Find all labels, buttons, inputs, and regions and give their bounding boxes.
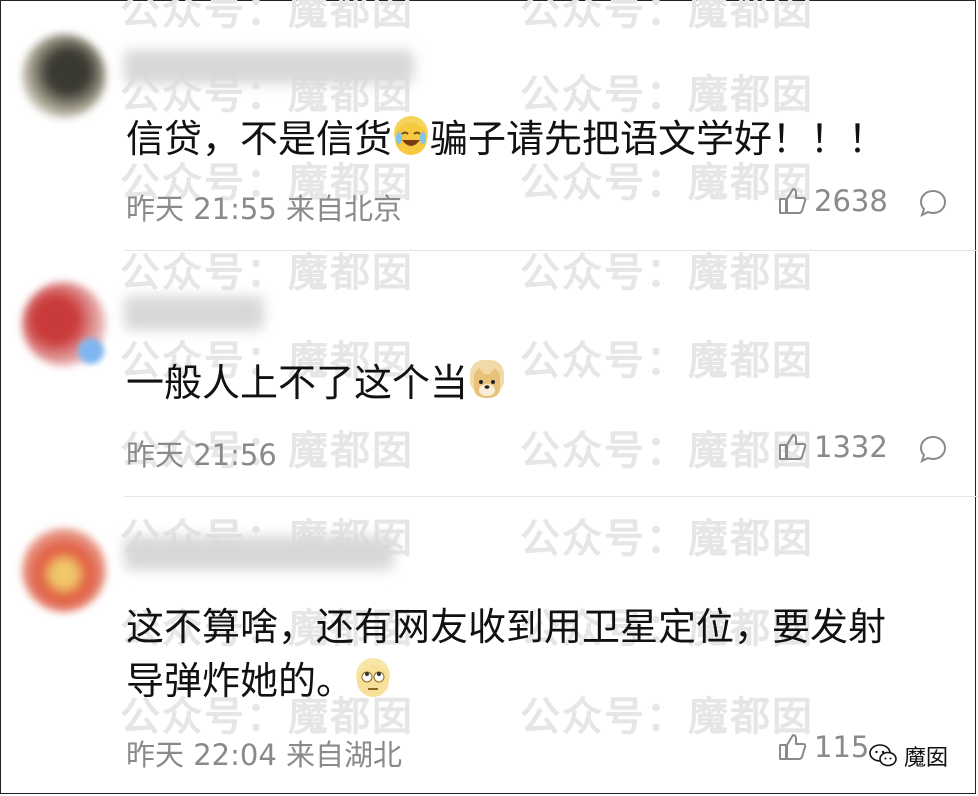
reply-button[interactable] <box>918 188 948 218</box>
like-button[interactable]: 115 <box>776 730 869 764</box>
like-button[interactable]: 2638 <box>776 184 888 218</box>
comment-bubble-icon <box>919 189 947 217</box>
like-count: 2638 <box>814 184 888 218</box>
comment-item: 一般人上不了这个当 昨天 21:56 1332 <box>0 252 978 492</box>
reply-button[interactable] <box>918 434 948 464</box>
wechat-icon <box>869 744 897 767</box>
like-count: 1332 <box>814 430 888 464</box>
comment-meta: 昨天 22:04 来自湖北 <box>126 738 403 772</box>
comment-bubble-icon <box>919 435 947 463</box>
like-count: 115 <box>814 730 870 764</box>
thumbs-up-icon <box>779 434 807 460</box>
divider <box>124 496 978 497</box>
eye-roll-icon <box>356 658 391 697</box>
comment-item: 信贷，不是信货 骗子请先把语文学好！！！ 昨天 21:55 来自北京 2638 <box>0 0 978 240</box>
brand-label: 魔囡 <box>903 746 948 771</box>
comment-text-line: 这不算啥，还有网友收到用卫星定位，要发射 <box>126 605 887 649</box>
like-button[interactable]: 1332 <box>776 430 888 464</box>
avatar[interactable] <box>22 34 106 118</box>
comment-meta: 昨天 21:55 来自北京 <box>126 192 403 226</box>
comment-meta: 昨天 21:56 <box>126 438 277 472</box>
comment-text: 信贷，不是信货 骗子请先把语文学好！！！ <box>126 116 887 161</box>
brand-mark: 魔囡 <box>868 740 948 772</box>
verified-badge-icon <box>78 338 104 364</box>
avatar[interactable] <box>22 528 106 612</box>
username-blurred[interactable] <box>124 536 394 570</box>
username-blurred[interactable] <box>124 50 414 84</box>
comment-item: 这不算啥，还有网友收到用卫星定位，要发射 导弹炸她的。 昨天 22:04 来自湖… <box>0 498 978 796</box>
divider <box>124 250 978 251</box>
comment-text-line: 导弹炸她的。 <box>126 654 392 708</box>
thumbs-up-icon <box>779 188 807 214</box>
username-blurred[interactable] <box>124 296 264 330</box>
doge-icon <box>470 360 505 398</box>
comment-text: 一般人上不了这个当 <box>126 356 506 410</box>
laughing-tears-icon <box>394 116 429 155</box>
thumbs-up-icon <box>779 734 807 760</box>
